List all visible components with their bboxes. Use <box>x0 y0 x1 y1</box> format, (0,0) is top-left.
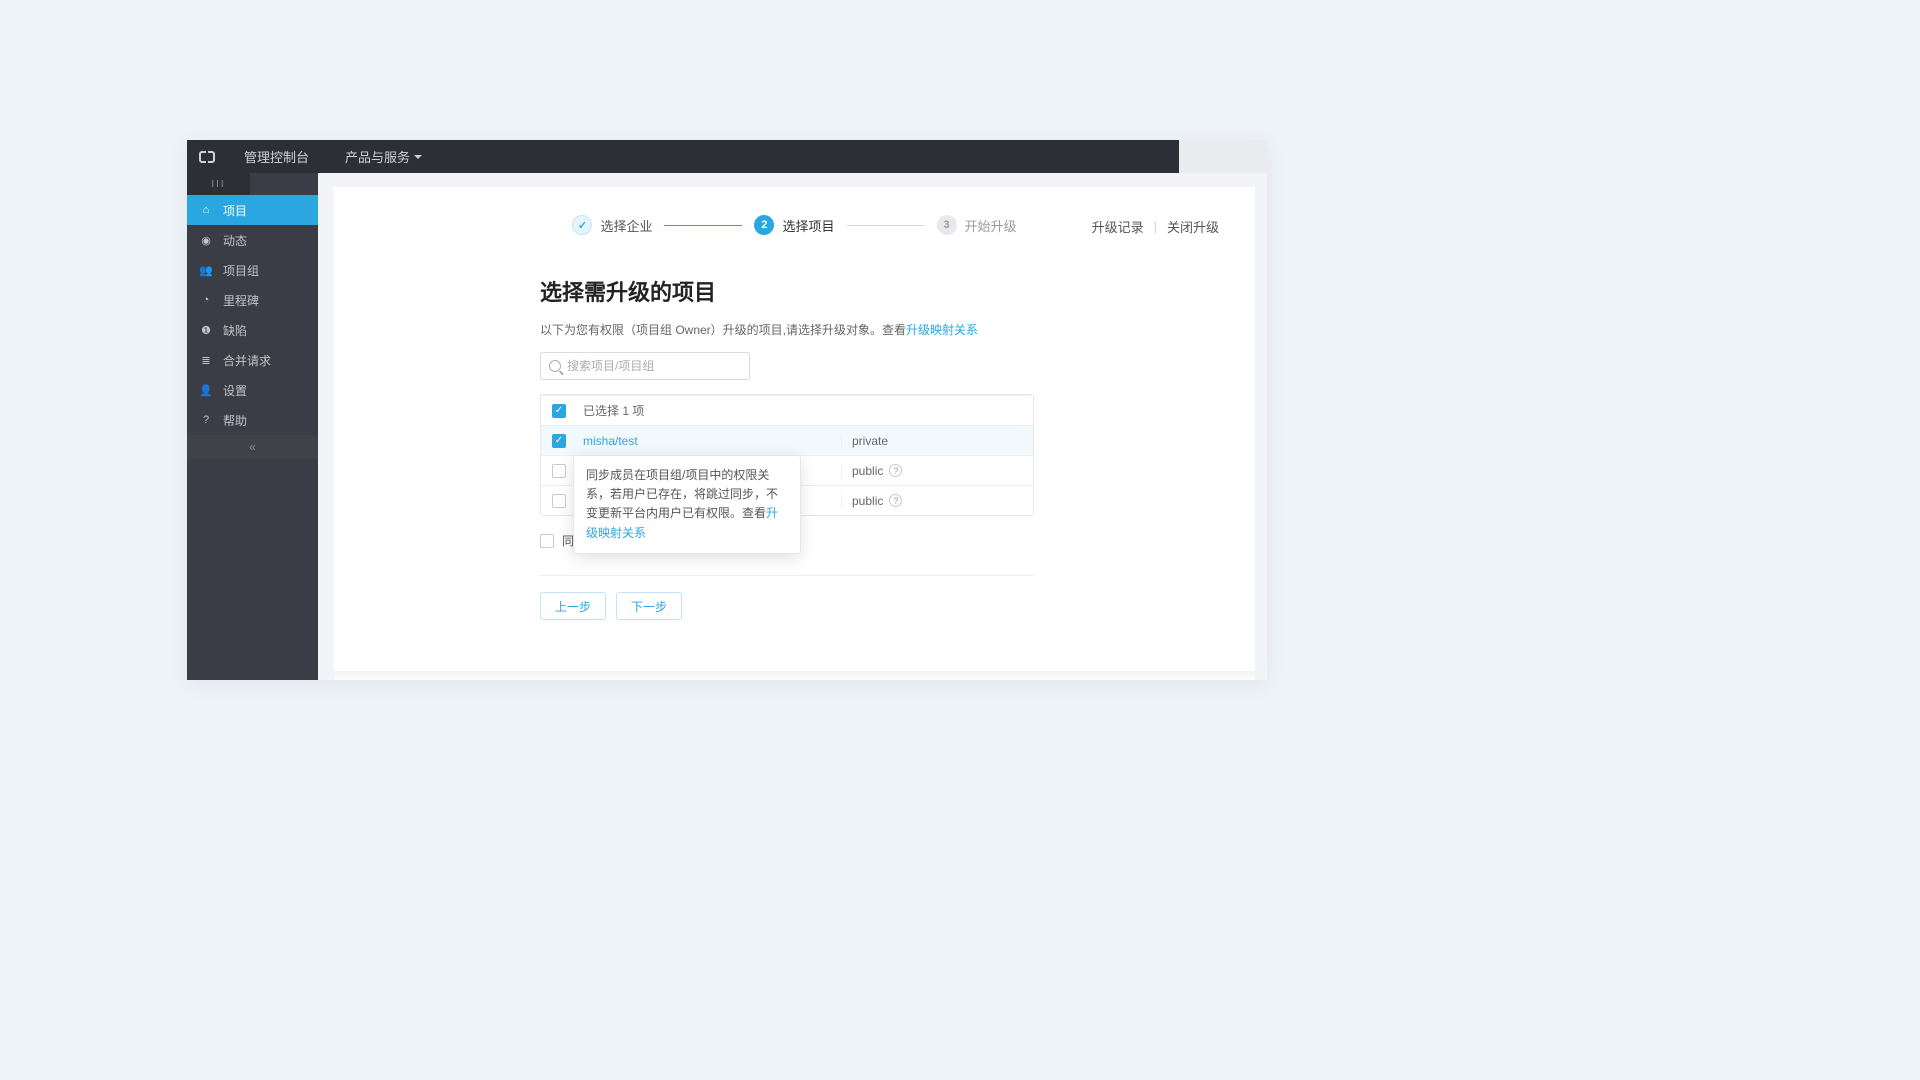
nav-products[interactable]: 产品与服务 <box>327 140 440 173</box>
search-input[interactable] <box>567 359 741 373</box>
sidebar-item-label: 动态 <box>223 232 247 249</box>
sidebar-item-2[interactable]: 👥 项目组 <box>187 255 318 285</box>
search-icon <box>549 360 561 372</box>
step-circle: ✓ <box>572 215 592 235</box>
page-desc: 以下为您有权限（项目组 Owner）升级的项目,请选择升级对象。查看升级映射关系 <box>540 321 1219 338</box>
help-icon[interactable]: ? <box>889 494 902 507</box>
merge-icon: ≣ <box>199 353 213 367</box>
clock-icon: ◔ <box>199 293 213 307</box>
table-header-row: ✓ 已选择 1 项 <box>541 395 1033 425</box>
sync-tooltip: 同步成员在项目组/项目中的权限关系，若用户已存在，将跳过同步，不变更新平台内用户… <box>573 455 801 554</box>
chevron-down-icon <box>414 155 422 159</box>
top-header: 管理控制台 产品与服务 <box>187 140 1267 173</box>
row-checkbox[interactable]: ✓ <box>552 434 566 448</box>
step-label: 选择企业 <box>600 216 652 235</box>
page-title: 选择需升级的项目 <box>540 275 1219 307</box>
select-all-checkbox[interactable]: ✓ <box>552 404 566 418</box>
sidebar-item-1[interactable]: ◉ 动态 <box>187 225 318 255</box>
sidebar-item-label: 缺陷 <box>223 322 247 339</box>
wizard-buttons: 上一步 下一步 <box>540 592 1219 620</box>
header-right-blank <box>1179 140 1267 173</box>
logo[interactable] <box>187 151 226 163</box>
row-checkbox[interactable] <box>552 464 566 478</box>
sync-members-checkbox[interactable] <box>540 534 554 548</box>
check-icon: ✓ <box>578 219 587 232</box>
row-checkbox[interactable] <box>552 494 566 508</box>
step-label: 开始升级 <box>965 216 1017 235</box>
sidebar-item-3[interactable]: ◔ 里程碑 <box>187 285 318 315</box>
sidebar-item-7[interactable]: ? 帮助 <box>187 405 318 435</box>
sidebar-item-label: 设置 <box>223 382 247 399</box>
divider <box>540 575 1034 576</box>
logo-icon <box>199 151 215 163</box>
sidebar-item-label: 里程碑 <box>223 292 259 309</box>
prev-button[interactable]: 上一步 <box>540 592 606 620</box>
selected-count-label: 已选择 1 项 <box>577 402 841 419</box>
main-area: 升级记录 | 关闭升级 ✓选择企业2选择项目3开始升级 选择需升级的项目 以下为… <box>318 173 1267 680</box>
sidebar-item-4[interactable]: ❶ 缺陷 <box>187 315 318 345</box>
nav-console-label: 管理控制台 <box>244 147 309 166</box>
row-visibility: public? <box>841 494 1033 508</box>
user-icon: 👤 <box>199 383 213 397</box>
step-circle: 2 <box>754 215 774 235</box>
search-box[interactable] <box>540 352 750 380</box>
sidebar-item-label: 帮助 <box>223 412 247 429</box>
app-window: 管理控制台 产品与服务 III ⌂ 项目 ◉ 动态 👥 项目组 ◔ 里程碑 ❶ 缺陷 ≣ 合并请求 👤 设… <box>187 140 1267 680</box>
step-circle: 3 <box>937 215 957 235</box>
step-connector <box>847 225 925 226</box>
sidebar-item-label: 合并请求 <box>223 352 271 369</box>
sidebar-collapse[interactable]: « <box>187 435 318 459</box>
step-label: 选择项目 <box>782 216 834 235</box>
help-icon[interactable]: ? <box>889 464 902 477</box>
step-1: ✓ 选择企业 <box>572 215 652 235</box>
alert-icon: ❶ <box>199 323 213 337</box>
sidebar-item-label: 项目组 <box>223 262 259 279</box>
step-2: 2 选择项目 <box>754 215 834 235</box>
project-table: 同步成员在项目组/项目中的权限关系，若用户已存在，将跳过同步，不变更新平台内用户… <box>540 394 1034 516</box>
wizard-steps: ✓ 选择企业 2 选择项目 3 开始升级 <box>370 215 1219 235</box>
next-button[interactable]: 下一步 <box>616 592 682 620</box>
table-row: ✓ misha/testprivate <box>541 425 1033 455</box>
step-3: 3 开始升级 <box>937 215 1017 235</box>
help-icon: ? <box>199 413 213 427</box>
sidebar: III ⌂ 项目 ◉ 动态 👥 项目组 ◔ 里程碑 ❶ 缺陷 ≣ 合并请求 👤 设置? 帮助 « <box>187 173 318 680</box>
row-visibility: public? <box>841 464 1033 478</box>
row-name[interactable]: misha/test <box>577 434 841 448</box>
nav-products-label: 产品与服务 <box>345 147 410 166</box>
link-mapping[interactable]: 升级映射关系 <box>906 323 978 337</box>
group-icon: 👥 <box>199 263 213 277</box>
nav-console[interactable]: 管理控制台 <box>226 140 327 173</box>
chevron-left-icon: « <box>249 440 256 454</box>
dash-icon: ◉ <box>199 233 213 247</box>
content-card: 升级记录 | 关闭升级 ✓选择企业2选择项目3开始升级 选择需升级的项目 以下为… <box>334 187 1255 680</box>
sidebar-item-6[interactable]: 👤 设置 <box>187 375 318 405</box>
home-icon: ⌂ <box>199 203 213 217</box>
step-connector <box>664 225 742 226</box>
row-visibility: private <box>841 434 1033 448</box>
sidebar-item-label: 项目 <box>223 202 247 219</box>
sidebar-stripe[interactable]: III <box>187 173 250 195</box>
sidebar-item-5[interactable]: ≣ 合并请求 <box>187 345 318 375</box>
sidebar-item-0[interactable]: ⌂ 项目 <box>187 195 318 225</box>
